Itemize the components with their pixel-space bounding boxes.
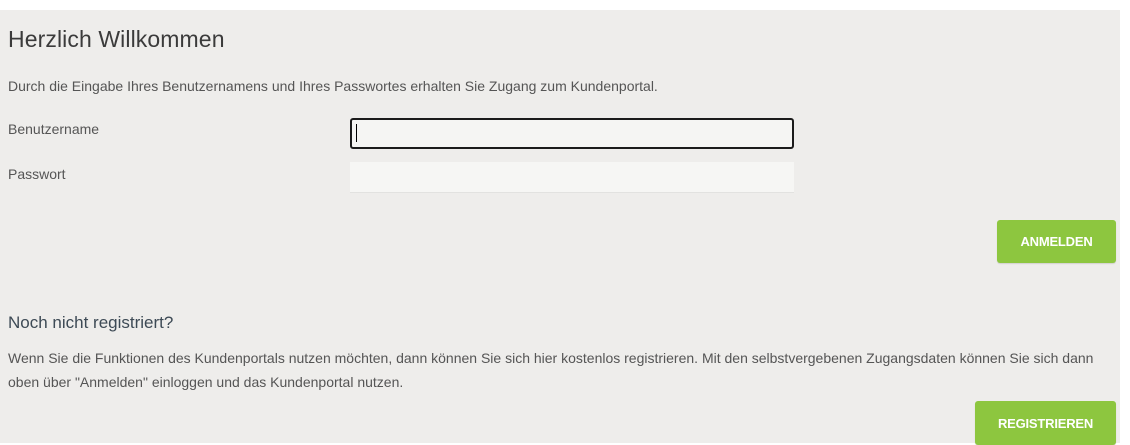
password-label: Passwort <box>8 166 66 182</box>
register-button[interactable]: REGISTRIEREN <box>975 401 1116 445</box>
page-title: Herzlich Willkommen <box>8 26 225 52</box>
login-panel: Herzlich Willkommen Durch die Eingabe Ih… <box>0 10 1120 445</box>
password-field[interactable] <box>350 162 794 193</box>
register-description: Wenn Sie die Funktionen des Kundenportal… <box>8 350 1094 390</box>
username-field[interactable] <box>350 118 794 149</box>
register-heading: Noch nicht registriert? <box>8 313 174 332</box>
text-cursor <box>356 124 357 142</box>
username-label: Benutzername <box>8 121 100 137</box>
login-button[interactable]: ANMELDEN <box>997 220 1116 263</box>
intro-text: Durch die Eingabe Ihres Benutzernamens u… <box>8 78 658 94</box>
